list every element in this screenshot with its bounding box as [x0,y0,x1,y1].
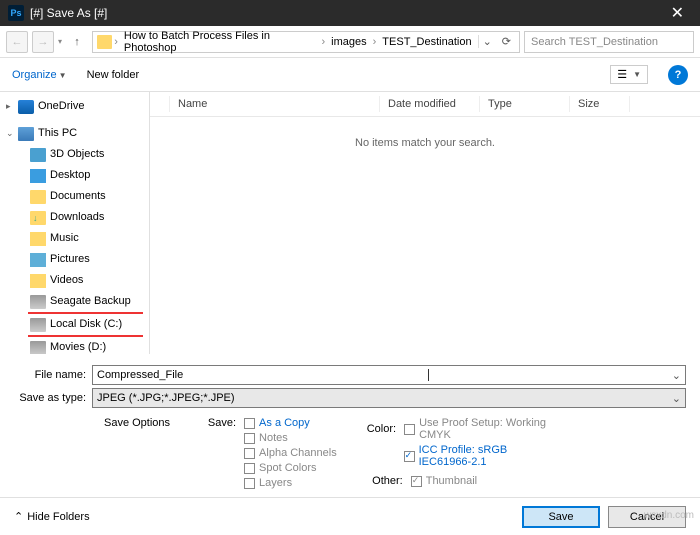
drive-icon [30,295,46,309]
checkbox [244,433,255,444]
opt-icc-profile[interactable]: ICC Profile: sRGB IEC61966-2.1 [367,444,547,468]
drive-icon [30,341,46,355]
checkbox [244,463,255,474]
chevron-down-icon[interactable]: ⌄ [672,369,681,382]
file-list: Name Date modified Type Size No items ma… [150,92,700,354]
toolbar: Organize▼ New folder ☰▼ ? [0,58,700,92]
folder-icon [97,35,112,49]
opt-spot: Spot Colors [244,462,337,474]
breadcrumb-dropdown[interactable]: ⌄ [478,35,496,48]
nav-history-dropdown[interactable]: ▾ [58,37,62,46]
filetype-row: Save as type: JPEG (*.JPG;*.JPEG;*.JPE) … [14,388,686,408]
close-icon[interactable]: ✕ [663,3,692,23]
chevron-up-icon: ⌃ [14,510,23,523]
opt-as-copy[interactable]: As a Copy [244,417,337,429]
nav-back-button[interactable]: ← [6,31,28,53]
search-placeholder: Search TEST_Destination [531,36,658,48]
navbar: ← → ▾ ↑ › How to Batch Process Files in … [0,26,700,58]
chevron-down-icon[interactable]: ⌄ [672,392,681,405]
drive-icon [30,318,46,332]
filename-input[interactable]: Compressed_File ⌄ [92,365,686,385]
window-title: [#] Save As [#] [30,6,663,20]
filetype-label: Save as type: [14,392,92,404]
opt-notes: Notes [244,432,337,444]
opt-alpha: Alpha Channels [244,447,337,459]
main-area: ▸OneDrive ⌄This PC 3D Objects Desktop Do… [0,92,700,354]
filename-row: File name: Compressed_File ⌄ [14,365,686,385]
column-headers: Name Date modified Type Size [150,92,700,117]
filename-label: File name: [14,369,92,381]
titlebar: Ps [#] Save As [#] ✕ [0,0,700,26]
checkbox [244,478,255,489]
save-options: Save Options Save: As a Copy Notes Alpha… [14,411,686,489]
col-date[interactable]: Date modified [380,96,480,112]
folder-icon [30,274,46,288]
opt-color-proof: Color: Use Proof Setup: Working CMYK [367,417,547,441]
footer: ⌃ Hide Folders Save Cancel [0,497,700,535]
breadcrumb-item[interactable]: images [327,36,370,48]
pc-icon [18,127,34,141]
checkbox-checked[interactable] [404,451,415,462]
tree-music[interactable]: Music [0,228,149,249]
save-options-title: Save Options [104,417,170,487]
tree-downloads[interactable]: Downloads [0,207,149,228]
tree-videos[interactable]: Videos [0,270,149,291]
breadcrumb[interactable]: › How to Batch Process Files in Photosho… [92,31,520,53]
tree-pictures[interactable]: Pictures [0,249,149,270]
folder-icon [30,190,46,204]
view-button[interactable]: ☰▼ [610,65,648,84]
checkbox-checked [411,476,422,487]
hide-folders-button[interactable]: ⌃ Hide Folders [14,510,90,523]
photoshop-icon: Ps [8,5,24,21]
watermark: wsxdn.com [644,510,694,521]
breadcrumb-item[interactable]: How to Batch Process Files in Photoshop [120,30,320,54]
tree-local-disk[interactable]: Local Disk (C:) [0,314,149,335]
tree-documents[interactable]: Documents [0,186,149,207]
refresh-icon[interactable]: ⟳ [498,35,515,48]
onedrive-icon [18,100,34,114]
folder-icon [30,253,46,267]
col-type[interactable]: Type [480,96,570,112]
filetype-select[interactable]: JPEG (*.JPG;*.JPEG;*.JPE) ⌄ [92,388,686,408]
new-folder-button[interactable]: New folder [87,69,140,81]
tree-seagate[interactable]: Seagate Backup [0,291,149,312]
tree-movies[interactable]: Movies (D:) [0,337,149,354]
view-icon: ☰ [617,68,627,81]
chevron-right-icon: › [321,36,325,48]
folder-icon [30,169,46,183]
save-panel: File name: Compressed_File ⌄ Save as typ… [0,354,700,497]
save-button[interactable]: Save [522,506,600,528]
help-icon[interactable]: ? [668,65,688,85]
nav-up-button[interactable]: ↑ [66,31,88,53]
organize-button[interactable]: Organize▼ [12,69,67,81]
chevron-right-icon: › [114,36,118,48]
breadcrumb-item[interactable]: TEST_Destination [378,36,475,48]
checkbox [404,424,415,435]
nav-tree: ▸OneDrive ⌄This PC 3D Objects Desktop Do… [0,92,150,354]
tree-3d-objects[interactable]: 3D Objects [0,144,149,165]
nav-forward-button[interactable]: → [32,31,54,53]
opt-layers: Layers [244,477,337,489]
search-input[interactable]: Search TEST_Destination [524,31,694,53]
folder-icon [30,211,46,225]
empty-message: No items match your search. [150,117,700,169]
tree-this-pc[interactable]: ⌄This PC [0,123,149,144]
tree-desktop[interactable]: Desktop [0,165,149,186]
opt-thumbnail: Other: Thumbnail [367,475,547,487]
chevron-right-icon: › [373,36,377,48]
save-label: Save: [200,417,236,489]
folder-icon [30,148,46,162]
tree-onedrive[interactable]: ▸OneDrive [0,96,149,117]
folder-icon [30,232,46,246]
text-cursor [428,369,429,381]
col-name[interactable]: Name [170,96,380,112]
col-spacer [150,96,170,112]
checkbox[interactable] [244,418,255,429]
col-size[interactable]: Size [570,96,630,112]
checkbox [244,448,255,459]
